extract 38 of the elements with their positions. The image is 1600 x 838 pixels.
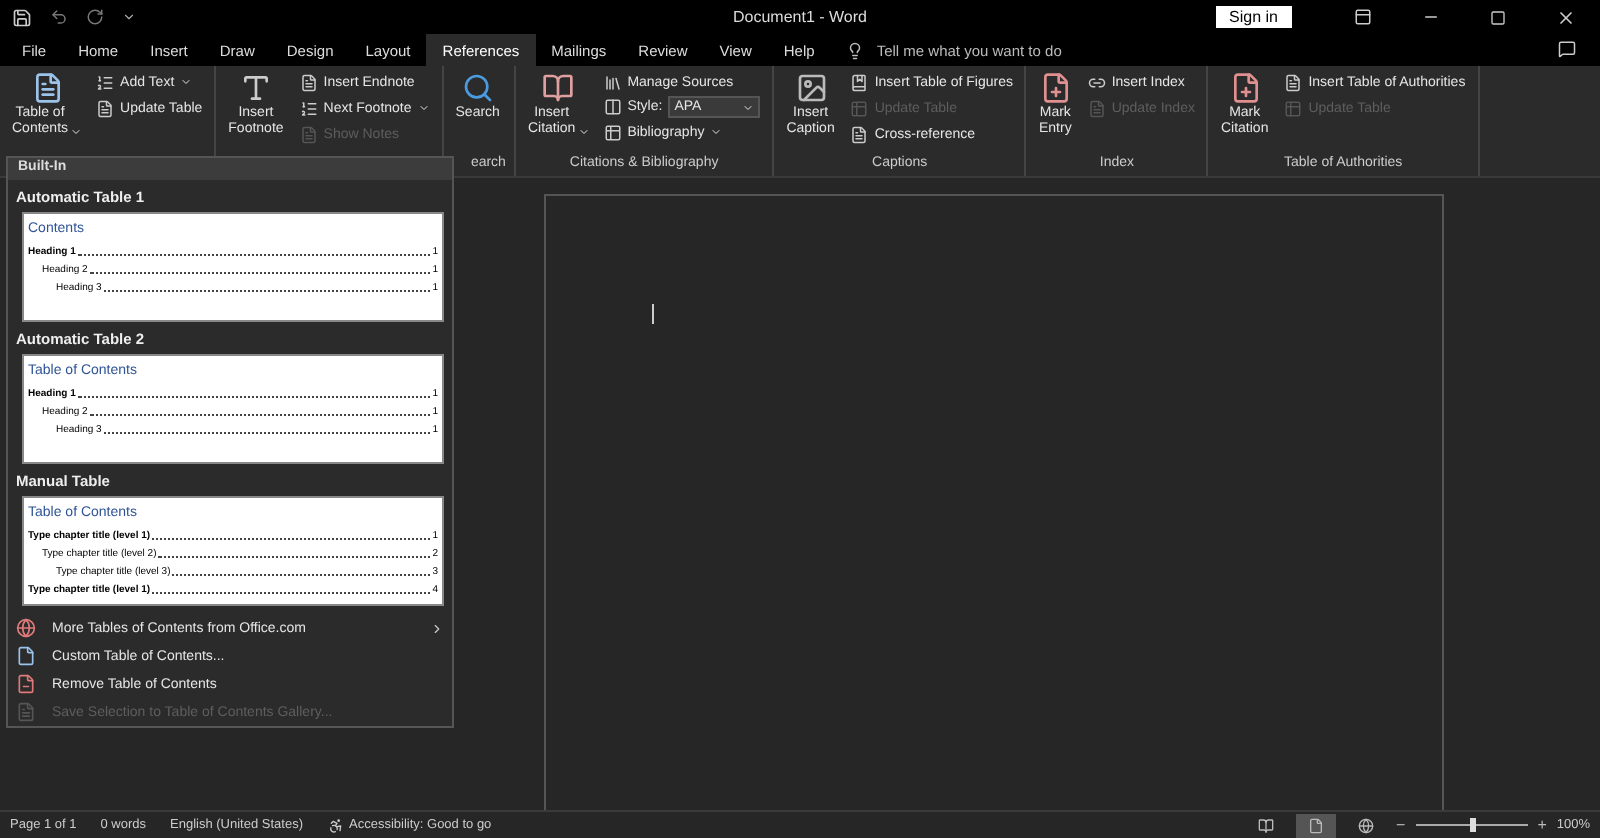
zoom-out-button[interactable]: − bbox=[1396, 816, 1406, 834]
web-layout-icon bbox=[1358, 817, 1375, 833]
table-icon bbox=[850, 99, 869, 117]
read-mode-icon bbox=[1258, 817, 1275, 833]
print-layout-icon bbox=[1308, 817, 1325, 833]
document-icon bbox=[299, 73, 318, 91]
table-icon bbox=[603, 123, 622, 141]
customize-caret-icon bbox=[122, 10, 136, 24]
document-plus-icon bbox=[1040, 72, 1073, 104]
document-icon bbox=[1284, 73, 1303, 91]
close-icon bbox=[1556, 7, 1576, 27]
maximize-icon bbox=[1490, 9, 1506, 25]
accessibility-icon bbox=[327, 817, 343, 833]
save-icon bbox=[12, 7, 32, 27]
table-icon bbox=[1284, 99, 1303, 117]
document-list-icon bbox=[31, 72, 64, 104]
document-icon bbox=[1087, 99, 1106, 117]
document-plus-icon bbox=[1229, 72, 1262, 104]
style-icon bbox=[603, 98, 622, 116]
document-remove-icon bbox=[16, 674, 36, 694]
document-icon bbox=[850, 125, 869, 143]
search-icon bbox=[462, 72, 495, 104]
ribbon-display-icon bbox=[1353, 8, 1371, 26]
zoom-thumb[interactable] bbox=[1469, 818, 1476, 832]
lightbulb-icon bbox=[846, 41, 865, 59]
book-icon bbox=[850, 73, 869, 91]
sign-in-button[interactable]: Sign in bbox=[1215, 6, 1292, 28]
redo-icon bbox=[86, 8, 104, 26]
document-icon bbox=[16, 646, 36, 666]
document-icon bbox=[96, 99, 115, 117]
comment-icon bbox=[1557, 40, 1575, 58]
undo-icon bbox=[50, 8, 68, 26]
zoom-in-button[interactable]: + bbox=[1537, 816, 1547, 834]
window-title: Document1 - Word bbox=[733, 8, 867, 26]
text-cursor bbox=[652, 304, 654, 324]
view-button[interactable] bbox=[1296, 813, 1337, 837]
link-icon bbox=[1087, 73, 1106, 91]
document-icon bbox=[299, 125, 318, 143]
